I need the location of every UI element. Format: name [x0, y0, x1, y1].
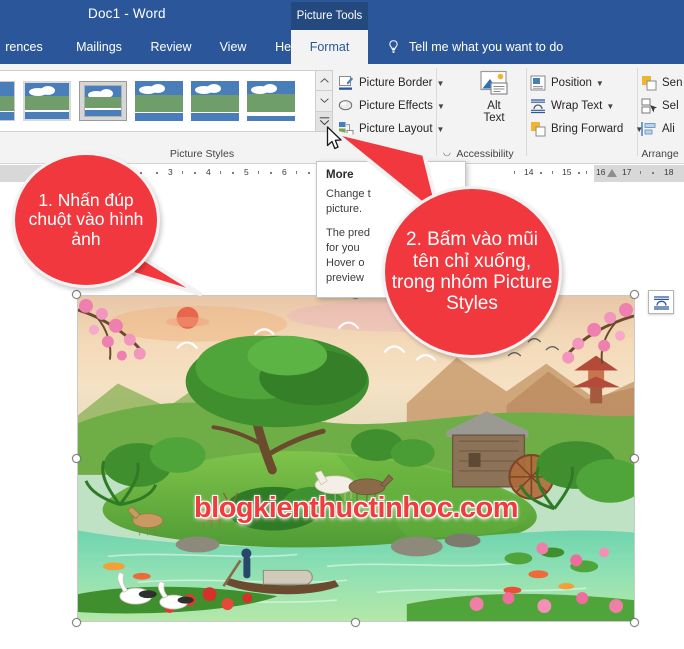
picture-border-icon [339, 76, 354, 90]
picture-style-thumb-5[interactable] [247, 81, 295, 121]
picture-style-thumb-0[interactable] [0, 81, 15, 121]
selection-pane-button[interactable]: Sel [641, 95, 679, 117]
ruler-number-3: 3 [168, 167, 173, 177]
tab-mailings[interactable]: Mailings [62, 30, 136, 64]
picture-style-thumb-1[interactable] [23, 81, 71, 121]
layout-options-button[interactable] [648, 290, 674, 314]
picture-style-thumb-3[interactable] [135, 81, 183, 121]
selection-handle-bottom-right[interactable] [630, 618, 639, 627]
picture-style-thumb-4[interactable] [191, 81, 239, 121]
picture-styles-gallery[interactable] [0, 70, 316, 132]
group-separator-3 [637, 68, 638, 156]
tab-view[interactable]: View [206, 30, 260, 64]
ruler-number-18: 18 [664, 167, 674, 177]
selection-handle-middle-left[interactable] [72, 454, 81, 463]
group-label-picture-styles: Picture Styles [169, 147, 235, 160]
align-icon [641, 122, 656, 136]
wrap-text-icon [531, 99, 545, 114]
selection-pane-icon [641, 98, 657, 114]
send-backward-label: Sen [662, 77, 683, 89]
alt-text-button[interactable]: Alt Text [470, 68, 518, 140]
chevron-down-icon[interactable]: ▼ [437, 79, 445, 88]
tab-format[interactable]: Format [291, 30, 368, 64]
picture-effects-button[interactable]: Picture Effects ▼ [338, 95, 445, 117]
picture-effects-label: Picture Effects [359, 100, 433, 112]
bring-forward-icon [531, 122, 546, 137]
alt-text-label-line1: Alt [487, 100, 501, 112]
wrap-text-label: Wrap Text [551, 100, 603, 112]
ruler-number-17: 17 [622, 167, 632, 177]
tell-me-search[interactable]: Tell me what you want to do [386, 30, 563, 64]
tell-me-label: Tell me what you want to do [409, 40, 564, 54]
alt-text-label-line2: Text [483, 112, 505, 124]
callout-step-2-text: 2. Bấm vào mũi tên chỉ xuống, trong nhóm… [391, 229, 553, 315]
selection-handle-top-left[interactable] [72, 290, 81, 299]
selection-handle-bottom-left[interactable] [72, 618, 81, 627]
chevron-up-icon [319, 78, 329, 83]
ruler-number-16: 16 [596, 167, 606, 177]
mouse-pointer-icon [326, 126, 342, 150]
ruler-number-14: 14 [524, 167, 534, 177]
document-title: Doc1 - Word [88, 6, 166, 21]
picture-border-label: Picture Border [359, 77, 433, 89]
chevron-down-icon[interactable]: ▼ [606, 102, 614, 111]
landscape-painting [78, 296, 634, 621]
send-backward-button[interactable]: Sen [641, 72, 682, 94]
selection-handle-bottom-center[interactable] [351, 618, 360, 627]
picture-border-button[interactable]: Picture Border ▼ [338, 72, 444, 94]
group-label-arrange: Arrange [641, 147, 679, 160]
bring-forward-label: Bring Forward [551, 123, 624, 135]
image-watermark-text: blogkienthuctinhoc.com [193, 492, 519, 524]
position-label: Position [551, 77, 592, 89]
wrap-text-button[interactable]: Wrap Text ▼ [530, 95, 614, 117]
tab-review[interactable]: Review [138, 30, 204, 64]
callout-step-1: 1. Nhấn đúp chuột vào hình ảnh [12, 152, 160, 288]
contextual-tab-picture-tools: Picture Tools [291, 2, 368, 30]
layout-options-icon [653, 295, 669, 310]
gallery-scroll-down-button[interactable] [315, 90, 333, 111]
ruler-number-6: 6 [282, 167, 287, 177]
alt-text-icon [480, 70, 508, 95]
bring-forward-button[interactable]: Bring Forward ▼ [530, 118, 643, 140]
chevron-down-icon[interactable]: ▼ [437, 102, 445, 111]
chevron-down-icon [319, 98, 329, 104]
selection-handle-top-right[interactable] [630, 290, 639, 299]
ruler-number-15: 15 [562, 167, 572, 177]
selection-handle-middle-right[interactable] [630, 454, 639, 463]
send-backward-icon [642, 76, 657, 91]
selection-pane-label: Sel [662, 100, 679, 112]
ribbon-tab-strip: rences Mailings Review View Help Format … [0, 30, 684, 64]
callout-step-1-text: 1. Nhấn đúp chuột vào hình ảnh [28, 189, 144, 249]
picture-effects-icon [338, 100, 353, 111]
lightbulb-icon [389, 40, 398, 53]
position-button[interactable]: Position ▼ [530, 72, 604, 94]
picture-style-thumb-2-selected[interactable] [79, 81, 127, 121]
callout-step-2: 2. Bấm vào mũi tên chỉ xuống, trong nhóm… [382, 186, 562, 358]
position-icon [530, 75, 546, 91]
ruler-number-5: 5 [244, 167, 249, 177]
selected-picture[interactable]: blogkienthuctinhoc.com [72, 290, 639, 627]
tab-references[interactable]: rences [0, 30, 60, 64]
group-separator-2 [526, 68, 527, 156]
ruler-number-4: 4 [206, 167, 211, 177]
align-label: Ali [662, 123, 675, 135]
title-bar: Doc1 - Word Picture Tools [0, 0, 684, 30]
gallery-scroll-up-button[interactable] [315, 70, 333, 91]
picture-content[interactable]: blogkienthuctinhoc.com [77, 295, 635, 622]
align-button[interactable]: Ali [641, 118, 675, 140]
hanging-indent-marker[interactable] [607, 169, 617, 177]
chevron-down-icon[interactable]: ▼ [596, 79, 604, 88]
